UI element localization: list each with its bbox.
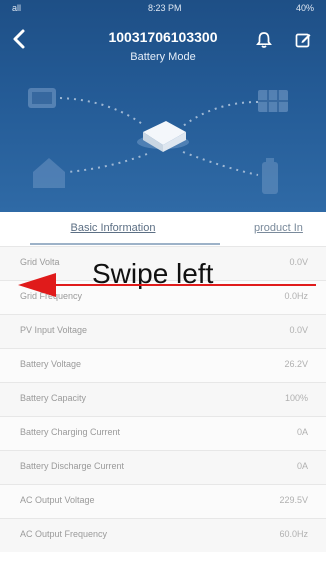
row-label: Battery Capacity	[20, 393, 87, 403]
row-value: 0.0V	[289, 325, 308, 335]
row-value: 0A	[296, 427, 308, 437]
mode-subtitle: Battery Mode	[130, 51, 196, 63]
back-button[interactable]	[10, 28, 36, 54]
list-item: Battery Discharge Current 0A	[0, 450, 326, 484]
list-item: Battery Charging Current 0A	[0, 416, 326, 450]
chevron-left-icon	[13, 29, 25, 49]
info-tabs: Basic Information product In	[0, 212, 326, 246]
inverter-icon	[137, 121, 189, 152]
row-label: Battery Discharge Current	[20, 461, 125, 471]
row-label: AC Output Voltage	[20, 495, 95, 505]
tab-basic-information[interactable]: Basic Information	[38, 222, 188, 234]
battery-icon	[262, 158, 278, 194]
row-label: Battery Charging Current	[20, 427, 121, 437]
row-label: AC Output Frequency	[20, 529, 108, 539]
grid-icon	[28, 88, 56, 108]
row-label: PV Input Voltage	[20, 325, 88, 335]
row-value: 60.0Hz	[279, 529, 308, 539]
row-label: Battery Voltage	[20, 359, 82, 369]
row-value: 0.0V	[289, 257, 308, 267]
row-value: 100%	[284, 393, 308, 403]
bell-icon	[256, 32, 272, 48]
energy-flow-header: all 8:23 PM 40% 10031706103300 Battery M…	[0, 0, 326, 212]
list-item: AC Output Frequency 60.0Hz	[0, 518, 326, 552]
swipe-left-arrow-icon	[18, 273, 316, 297]
row-value: 26.2V	[284, 359, 308, 369]
solar-panel-icon	[258, 90, 288, 112]
list-item: PV Input Voltage 0.0V	[0, 314, 326, 348]
active-tab-indicator	[30, 243, 220, 245]
home-icon	[33, 158, 65, 188]
row-value: 229.5V	[279, 495, 308, 505]
list-item: Battery Capacity 100%	[0, 382, 326, 416]
list-item: AC Output Voltage 229.5V	[0, 484, 326, 518]
device-id-title: 10031706103300	[108, 29, 218, 45]
edit-button[interactable]	[293, 30, 313, 50]
row-value: 0A	[296, 461, 308, 471]
list-item: Battery Voltage 26.2V	[0, 348, 326, 382]
row-label: Grid Volta	[20, 257, 60, 267]
notification-button[interactable]	[254, 30, 274, 50]
edit-icon	[295, 33, 311, 48]
tab-product-information[interactable]: product In	[254, 222, 303, 234]
